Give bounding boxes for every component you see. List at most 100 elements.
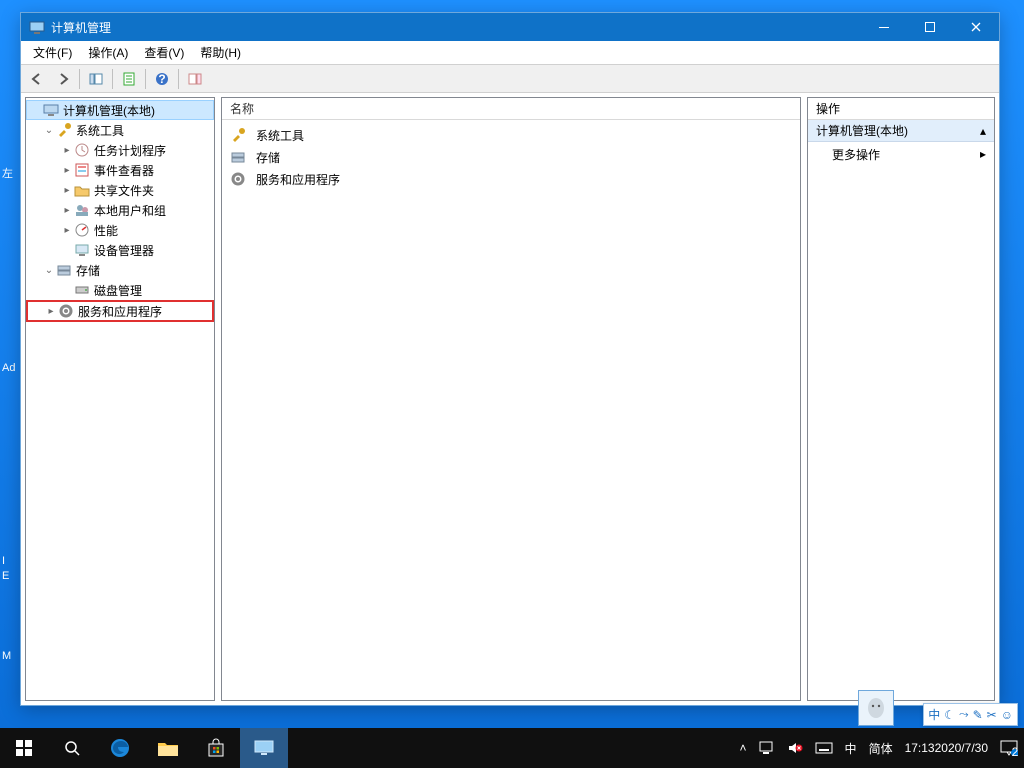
desktop: 左 Ad I E M 计算机管理 文件(F) 操作(A) 查看(V) 帮助(H) <box>0 0 1024 768</box>
help-button[interactable]: ? <box>150 68 174 90</box>
list-item-label: 系统工具 <box>256 127 304 144</box>
tree-device-manager[interactable]: ▸ 设备管理器 <box>26 240 214 260</box>
taskbar-store[interactable] <box>192 728 240 768</box>
start-button[interactable] <box>0 728 48 768</box>
desktop-frag-2: Ad <box>0 362 20 374</box>
ime-lang[interactable]: 中 <box>839 728 863 768</box>
menu-view[interactable]: 查看(V) <box>136 42 192 63</box>
list-item-label: 服务和应用程序 <box>256 171 340 188</box>
svg-text:2: 2 <box>1012 745 1018 756</box>
tree-label: 磁盘管理 <box>94 282 142 299</box>
actions-pane: 操作 计算机管理(本地) ▴ 更多操作 ▸ <box>807 97 995 701</box>
collapse-icon[interactable]: ▴ <box>980 124 986 138</box>
toolbar: ? <box>21 65 999 93</box>
show-hide-action-button[interactable] <box>183 68 207 90</box>
more-actions[interactable]: 更多操作 ▸ <box>808 142 994 166</box>
actions-header: 操作 <box>808 98 994 120</box>
tray-overflow[interactable]: ˄ <box>734 728 753 768</box>
desktop-frag-5: M <box>0 650 20 662</box>
tree-label: 本地用户和组 <box>94 202 166 219</box>
actions-context-label: 计算机管理(本地) <box>816 122 908 139</box>
svg-text:?: ? <box>158 72 165 86</box>
more-actions-label: 更多操作 <box>832 146 880 163</box>
minimize-button[interactable] <box>861 13 907 41</box>
computer-icon <box>43 102 59 118</box>
storage-icon <box>56 262 72 278</box>
desktop-frag-3: I <box>0 555 20 567</box>
tray-clock[interactable]: 17:13 2020/7/30 <box>899 728 994 768</box>
menu-help[interactable]: 帮助(H) <box>192 42 249 63</box>
tree-performance[interactable]: ▸ 性能 <box>26 220 214 240</box>
folder-share-icon <box>74 182 90 198</box>
tools-icon <box>56 122 72 138</box>
taskbar[interactable]: ˄ 中 简体 17:13 2020/7/30 2 <box>0 728 1024 768</box>
tree-storage[interactable]: ⌄ 存储 <box>26 260 214 280</box>
taskbar-compmgmt[interactable] <box>240 728 288 768</box>
close-button[interactable] <box>953 13 999 41</box>
app-icon <box>29 19 45 35</box>
tree-label: 任务计划程序 <box>94 142 166 159</box>
chevron-right-icon: ▸ <box>980 147 986 161</box>
tree-label: 共享文件夹 <box>94 182 154 199</box>
search-button[interactable] <box>48 728 96 768</box>
properties-button[interactable] <box>117 68 141 90</box>
tree-task-scheduler[interactable]: ▸ 任务计划程序 <box>26 140 214 160</box>
taskbar-explorer[interactable] <box>144 728 192 768</box>
tray-volume-icon[interactable] <box>781 728 809 768</box>
forward-button[interactable] <box>51 68 75 90</box>
menu-file[interactable]: 文件(F) <box>25 42 80 63</box>
services-icon <box>230 171 246 187</box>
tree-system-tools[interactable]: ⌄ 系统工具 <box>26 120 214 140</box>
ime-btn[interactable]: ☾ <box>944 708 955 722</box>
show-hide-tree-button[interactable] <box>84 68 108 90</box>
titlebar[interactable]: 计算机管理 <box>21 13 999 41</box>
details-pane[interactable]: 名称 系统工具 存储 服务和应用程序 <box>221 97 801 701</box>
list-item-label: 存储 <box>256 149 280 166</box>
ime-method[interactable]: 简体 <box>863 728 899 768</box>
tree-label: 事件查看器 <box>94 162 154 179</box>
taskbar-edge[interactable] <box>96 728 144 768</box>
tray-network-icon[interactable] <box>753 728 781 768</box>
tree-root[interactable]: ▸ 计算机管理(本地) <box>26 100 214 120</box>
column-header-name[interactable]: 名称 <box>222 98 800 120</box>
tree-services-apps[interactable]: ▸ 服务和应用程序 <box>26 300 214 322</box>
tree-label: 存储 <box>76 262 100 279</box>
device-icon <box>74 242 90 258</box>
tree-pane[interactable]: ▸ 计算机管理(本地) ⌄ 系统工具 ▸ 任务计划程序 ▸ 事件 <box>25 97 215 701</box>
tree-event-viewer[interactable]: ▸ 事件查看器 <box>26 160 214 180</box>
services-icon <box>58 303 74 319</box>
tree-label: 系统工具 <box>76 122 124 139</box>
tree-disk-management[interactable]: ▸ 磁盘管理 <box>26 280 214 300</box>
storage-icon <box>230 149 246 165</box>
clock-icon <box>74 142 90 158</box>
ime-btn[interactable]: ✎ <box>973 708 983 722</box>
tree-label: 性能 <box>94 222 118 239</box>
system-tray: ˄ 中 简体 17:13 2020/7/30 2 <box>734 728 1024 768</box>
tree-local-users[interactable]: ▸ 本地用户和组 <box>26 200 214 220</box>
clock-date: 2020/7/30 <box>935 742 988 755</box>
tree-label: 服务和应用程序 <box>78 303 162 320</box>
computer-management-window: 计算机管理 文件(F) 操作(A) 查看(V) 帮助(H) ? <box>20 12 1000 706</box>
back-button[interactable] <box>25 68 49 90</box>
clock-time: 17:13 <box>905 742 935 755</box>
list-item[interactable]: 系统工具 <box>228 124 794 146</box>
maximize-button[interactable] <box>907 13 953 41</box>
list-item[interactable]: 服务和应用程序 <box>228 168 794 190</box>
ime-btn[interactable]: 中 <box>928 706 940 723</box>
disk-icon <box>74 282 90 298</box>
desktop-frag-4: E <box>0 570 20 582</box>
ime-toolbar[interactable]: 中 ☾ ⤳ ✎ ✂ ☺ <box>923 703 1018 726</box>
users-icon <box>74 202 90 218</box>
ime-btn[interactable]: ✂ <box>987 708 997 722</box>
tree-shared-folders[interactable]: ▸ 共享文件夹 <box>26 180 214 200</box>
window-title: 计算机管理 <box>51 19 861 36</box>
ime-btn[interactable]: ⤳ <box>959 707 969 722</box>
actions-context[interactable]: 计算机管理(本地) ▴ <box>808 120 994 142</box>
menu-action[interactable]: 操作(A) <box>80 42 136 63</box>
tray-keyboard-icon[interactable] <box>809 728 839 768</box>
ime-btn[interactable]: ☺ <box>1001 708 1013 722</box>
qq-notification[interactable] <box>858 690 894 726</box>
list-item[interactable]: 存储 <box>228 146 794 168</box>
action-center-icon[interactable]: 2 <box>994 728 1024 768</box>
tools-icon <box>230 127 246 143</box>
